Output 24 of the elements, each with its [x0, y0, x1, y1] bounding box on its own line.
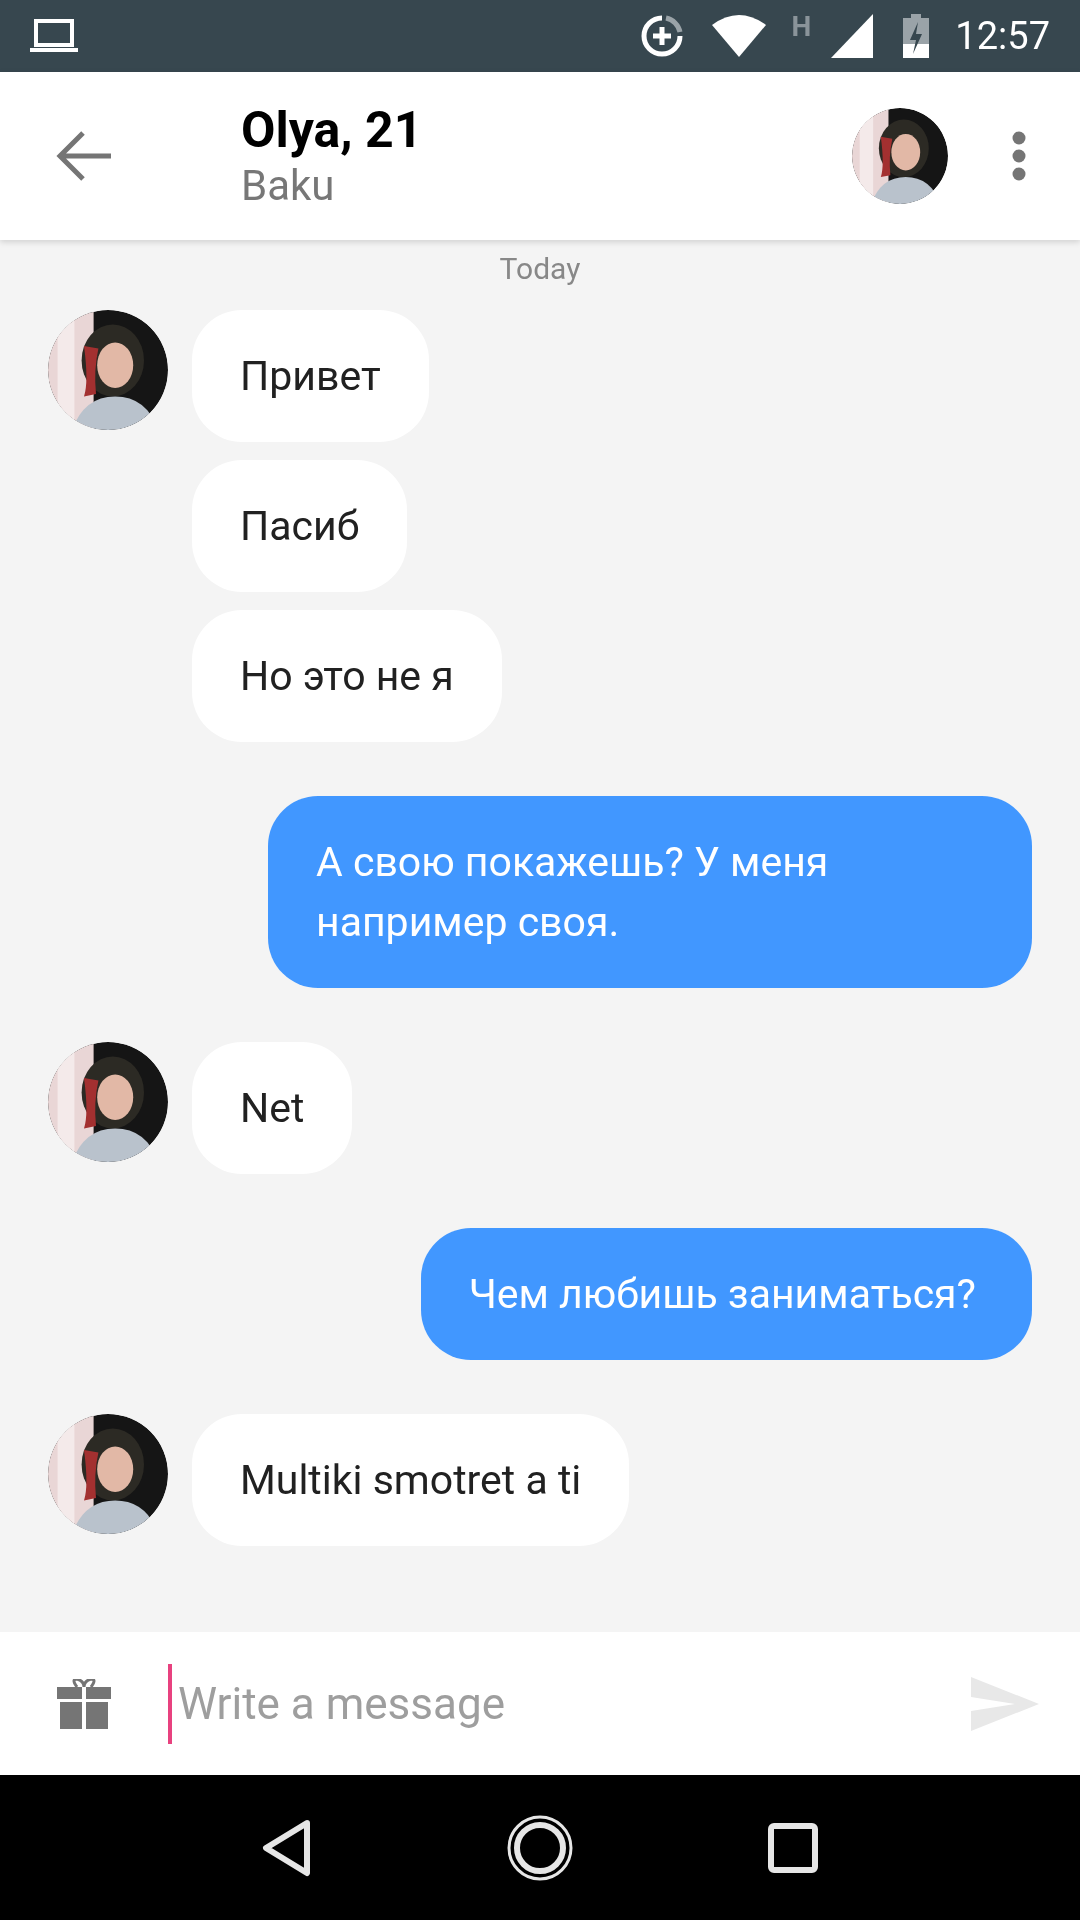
contact-location: Baku [241, 160, 336, 212]
clock: 12:57 [955, 12, 1050, 60]
gift-button[interactable] [0, 1632, 168, 1775]
gift-icon [57, 1678, 111, 1729]
message-bubble: Привет [192, 310, 429, 442]
message-bubble: Но это не я [192, 610, 502, 742]
message-bubble: А свою покажешь? У меня например своя. [268, 796, 1032, 988]
back-triangle-icon [260, 1818, 313, 1877]
message-bubble: Multiki smotret a ti [192, 1414, 630, 1546]
date-divider: Today [499, 250, 581, 288]
message-input[interactable]: Write a message [172, 1632, 930, 1775]
square-icon [768, 1822, 819, 1873]
message-bubble: Net [192, 1042, 353, 1174]
contact-name: Olya, 21 [241, 100, 424, 160]
network-type-label: H [791, 9, 812, 45]
message-bubble: Чем любишь заниматься? [420, 1228, 1032, 1360]
battery-icon [903, 14, 930, 58]
signal-icon [831, 14, 874, 58]
laptop-icon [30, 18, 78, 54]
wifi-icon [711, 15, 766, 57]
more-icon [1012, 131, 1026, 181]
message-bubble: Пасиб [192, 460, 408, 592]
data-saver-icon [639, 14, 684, 58]
home-circle-icon [507, 1814, 573, 1881]
